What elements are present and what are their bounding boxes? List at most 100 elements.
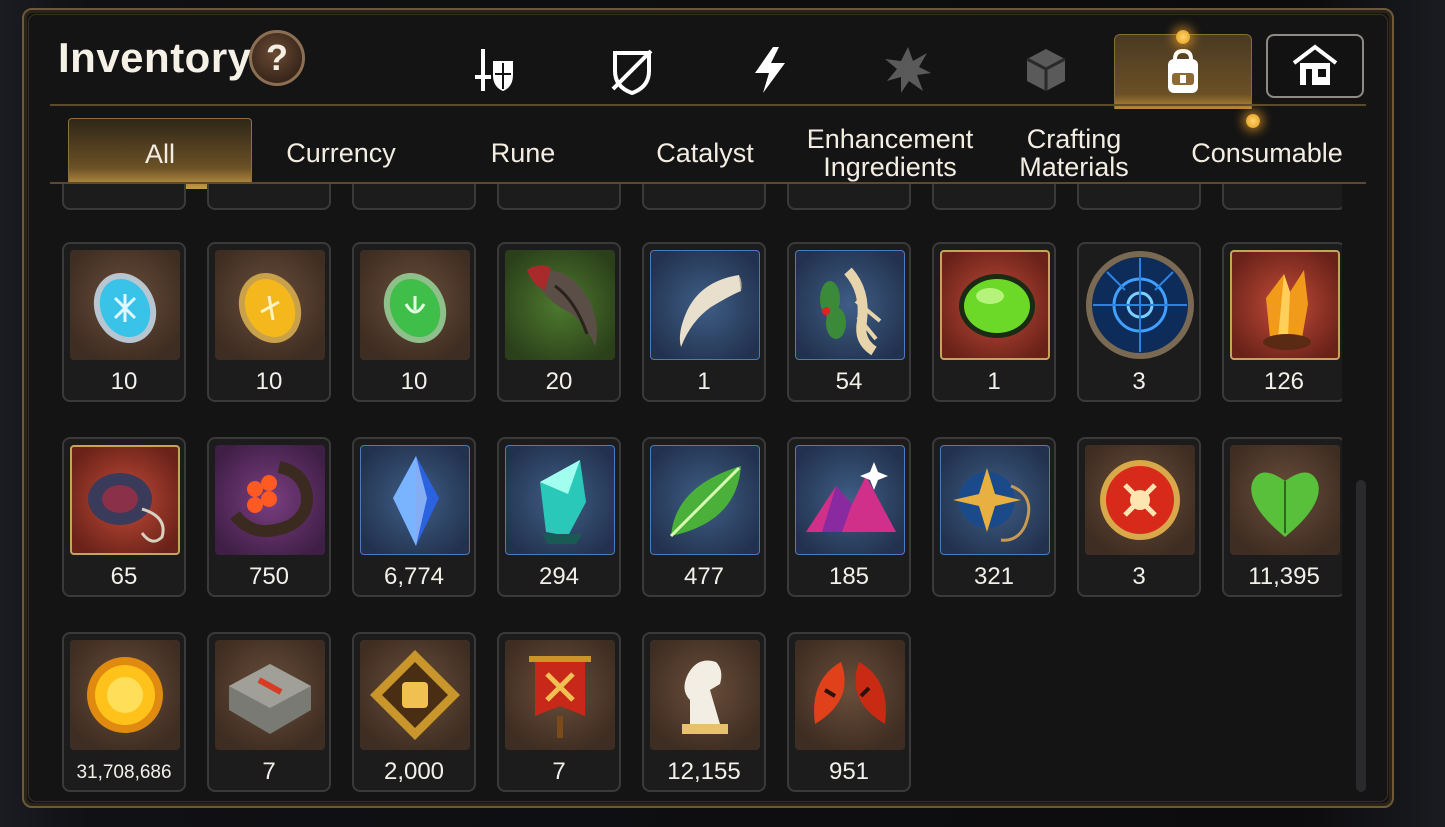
house-icon xyxy=(1292,44,1338,85)
item-quantity: 10 xyxy=(110,368,138,395)
tab-locked-b[interactable] xyxy=(1006,30,1086,110)
tab-locked-a[interactable] xyxy=(868,30,948,110)
fang-icon xyxy=(679,275,742,347)
subtab-all[interactable]: All xyxy=(68,118,252,189)
splat-icon xyxy=(885,47,931,93)
item-slot[interactable]: 54 xyxy=(787,242,911,402)
item-quantity: 951 xyxy=(828,758,870,785)
tab-inventory[interactable] xyxy=(1114,34,1252,109)
item-quantity: 2,000 xyxy=(383,758,445,785)
leaf-icon xyxy=(669,466,741,538)
subtab-rune[interactable]: Rune xyxy=(432,118,614,188)
knight-chess-icon xyxy=(682,660,728,734)
item-slot[interactable]: 65 xyxy=(62,437,186,597)
item-slot[interactable]: 2,000 xyxy=(352,632,476,792)
item-quantity: 11,395 xyxy=(1248,563,1320,590)
item-slot-partial[interactable] xyxy=(352,184,476,210)
item-quantity: 6,774 xyxy=(383,563,445,590)
item-quantity: 321 xyxy=(973,563,1015,590)
subtab-catalyst[interactable]: Catalyst xyxy=(614,118,796,188)
subtab-crafting-materials[interactable]: Crafting Materials xyxy=(984,118,1164,188)
item-slot[interactable]: 321 xyxy=(932,437,1056,597)
item-slot[interactable]: 750 xyxy=(207,437,331,597)
item-slot[interactable]: 1 xyxy=(642,242,766,402)
tab-house[interactable] xyxy=(1266,34,1364,98)
item-quantity: 65 xyxy=(110,563,138,590)
notification-dot xyxy=(1176,30,1190,44)
backpack-icon xyxy=(1168,48,1198,93)
green-orb-icon xyxy=(959,274,1035,338)
flower-ring-icon xyxy=(230,461,314,537)
subtab-enhancement-ingredients[interactable]: Enhancement Ingredients xyxy=(796,118,984,188)
item-slot[interactable]: 185 xyxy=(787,437,911,597)
teal-crystal-icon xyxy=(540,460,586,544)
item-slot[interactable]: 1 xyxy=(932,242,1056,402)
tab-equipment[interactable] xyxy=(454,30,534,110)
subtab-currency[interactable]: Currency xyxy=(250,118,432,188)
scrollbar[interactable] xyxy=(1356,480,1366,792)
item-slot[interactable]: 3 xyxy=(1077,437,1201,597)
star-pendant-icon xyxy=(953,468,1031,542)
sub-tabs: All Currency Rune Catalyst Enhancement I… xyxy=(68,118,1358,189)
item-slot-partial[interactable] xyxy=(497,184,621,210)
lightning-icon xyxy=(755,47,785,93)
gold-coin-icon xyxy=(87,657,163,733)
divider-top xyxy=(50,104,1366,106)
item-slot[interactable]: 31,708,686 xyxy=(62,632,186,792)
item-quantity: 3 xyxy=(1132,368,1146,395)
item-slot[interactable]: 11,395 xyxy=(1222,437,1342,597)
item-quantity: 185 xyxy=(828,563,870,590)
item-slot-partial[interactable] xyxy=(787,184,911,210)
tab-broken-gear[interactable] xyxy=(592,30,672,110)
category-tabs xyxy=(24,30,1392,110)
item-slot[interactable]: 10 xyxy=(352,242,476,402)
item-slot[interactable]: 477 xyxy=(642,437,766,597)
item-quantity: 10 xyxy=(255,368,283,395)
orange-crystal-icon xyxy=(1263,270,1311,350)
item-quantity: 1 xyxy=(987,368,1001,395)
item-quantity: 126 xyxy=(1263,368,1305,395)
item-quantity: 7 xyxy=(262,758,276,785)
sword-shield-icon xyxy=(475,49,513,91)
item-quantity: 54 xyxy=(835,368,863,395)
red-badge-icon xyxy=(1100,460,1180,540)
notification-dot xyxy=(1246,114,1260,128)
item-slot[interactable]: 20 xyxy=(497,242,621,402)
item-slot-partial[interactable] xyxy=(932,184,1056,210)
subtab-consumable[interactable]: Consumable xyxy=(1176,118,1358,188)
item-grid: 10 10 10 20 1 54 1 3 126 65 750 6,774 29… xyxy=(52,184,1342,794)
item-quantity: 20 xyxy=(545,368,573,395)
green-rune-icon xyxy=(383,272,447,344)
green-heart-icon xyxy=(1251,472,1319,537)
item-slot-partial[interactable] xyxy=(642,184,766,210)
item-quantity: 750 xyxy=(248,563,290,590)
item-quantity: 31,708,686 xyxy=(76,762,172,783)
pink-mountain-icon xyxy=(806,462,896,532)
item-slot-partial[interactable] xyxy=(62,184,186,210)
cube-icon xyxy=(1026,49,1066,91)
item-slot[interactable]: 12,155 xyxy=(642,632,766,792)
item-quantity: 10 xyxy=(400,368,428,395)
item-slot[interactable]: 7 xyxy=(207,632,331,792)
item-slot[interactable]: 3 xyxy=(1077,242,1201,402)
blue-rune-icon xyxy=(93,272,157,344)
item-slot[interactable]: 126 xyxy=(1222,242,1342,402)
yellow-rune-icon xyxy=(238,272,302,344)
inventory-panel: Inventory ? All Currency Rune Catalyst E… xyxy=(22,8,1394,808)
blue-seal-icon xyxy=(1086,251,1194,359)
item-slot[interactable]: 951 xyxy=(787,632,911,792)
item-quantity: 1 xyxy=(697,368,711,395)
item-slot[interactable]: 294 xyxy=(497,437,621,597)
item-slot-partial[interactable] xyxy=(207,184,331,210)
stone-compass-icon xyxy=(229,664,311,734)
item-slot-partial[interactable] xyxy=(1222,184,1342,210)
broken-shield-icon xyxy=(611,49,653,95)
item-quantity: 3 xyxy=(1132,563,1146,590)
ginseng-icon xyxy=(820,267,882,356)
item-slot[interactable]: 7 xyxy=(497,632,621,792)
tab-skills[interactable] xyxy=(730,30,810,110)
item-slot[interactable]: 10 xyxy=(207,242,331,402)
item-slot[interactable]: 6,774 xyxy=(352,437,476,597)
item-slot[interactable]: 10 xyxy=(62,242,186,402)
item-slot-partial[interactable] xyxy=(1077,184,1201,210)
